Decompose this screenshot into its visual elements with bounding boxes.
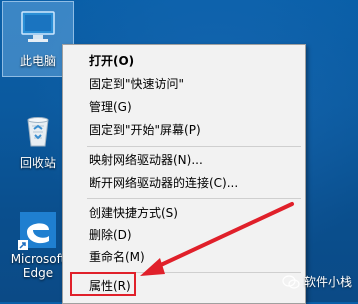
menu-item-manage[interactable]: 管理(G)	[89, 97, 132, 117]
computer-icon	[21, 11, 55, 42]
recycle-bin-icon	[27, 117, 49, 147]
watermark-text: 软件小栈	[303, 275, 352, 289]
menu-item-map-network-drive[interactable]: 映射网络驱动器(N)...	[89, 150, 203, 170]
menu-item-pin-start[interactable]: 固定到"开始"屏幕(P)	[89, 120, 201, 140]
wechat-icon	[282, 274, 300, 289]
menu-item-delete[interactable]: 删除(D)	[89, 225, 132, 245]
menu-separator	[87, 198, 301, 199]
menu-item-rename[interactable]: 重命名(M)	[89, 247, 145, 267]
highlight-box	[70, 272, 136, 296]
menu-separator	[87, 146, 301, 147]
menu-item-create-shortcut[interactable]: 创建快捷方式(S)	[89, 203, 178, 223]
menu-item-pin-quick-access[interactable]: 固定到"快速访问"	[89, 74, 184, 94]
menu-item-disconnect-network-drive[interactable]: 断开网络驱动器的连接(C)...	[89, 173, 238, 193]
edge-icon	[18, 212, 56, 250]
watermark: 软件小栈	[282, 273, 352, 290]
menu-item-open[interactable]: 打开(O)	[89, 51, 134, 71]
context-menu: 打开(O) 固定到"快速访问" 管理(G) 固定到"开始"屏幕(P) 映射网络驱…	[62, 44, 306, 304]
